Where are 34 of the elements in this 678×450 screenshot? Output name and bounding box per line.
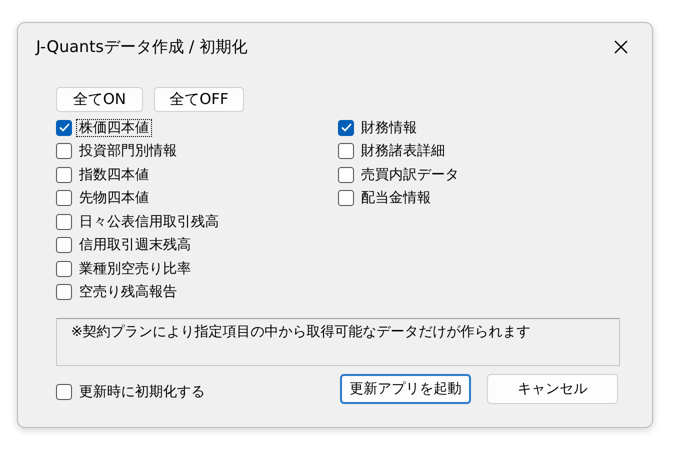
toggle-all-button[interactable]: 全てON (56, 87, 143, 112)
checkbox-label[interactable]: 指数四本値 (76, 166, 152, 184)
checkbox[interactable] (56, 120, 72, 136)
checkbox[interactable] (56, 143, 72, 160)
checkbox-label[interactable]: 財務諸表詳細 (358, 142, 448, 160)
checkbox-label[interactable]: 信用取引週末残高 (76, 236, 194, 254)
checkbox[interactable] (338, 166, 354, 183)
checkbox[interactable] (338, 143, 354, 160)
checkbox[interactable] (56, 260, 72, 277)
checkbox[interactable] (338, 190, 354, 206)
dialog-button[interactable]: キャンセル (487, 374, 618, 404)
checkbox-label[interactable]: 株価四本値 (76, 118, 152, 137)
checkbox[interactable] (56, 237, 72, 254)
checkbox-label[interactable]: 財務情報 (358, 118, 420, 137)
checkbox-label[interactable]: 投資部門別情報 (76, 142, 180, 160)
checkbox-label[interactable]: 日々公表信用取引残高 (76, 212, 222, 231)
checkbox[interactable] (56, 214, 72, 230)
checkbox[interactable] (338, 120, 354, 136)
checkbox-label[interactable]: 売買内訳データ (358, 166, 462, 184)
checkbox[interactable] (56, 190, 72, 206)
note-text: ※契約プランにより指定項目の中から取得可能なデータだけが作られます (71, 324, 531, 340)
checkbox-label[interactable]: 空売り残高報告 (76, 283, 180, 302)
window-title: J-Quantsデータ作成 / 初期化 (36, 36, 248, 58)
checkbox-label[interactable]: 配当金情報 (358, 189, 434, 208)
checkbox[interactable] (56, 384, 72, 400)
checkbox-label[interactable]: 先物四本値 (76, 189, 152, 208)
check-icon (58, 123, 70, 132)
toggle-all-button[interactable]: 全てOFF (154, 87, 244, 112)
checkbox[interactable] (56, 166, 72, 183)
checkbox[interactable] (56, 284, 72, 300)
check-icon (340, 123, 352, 132)
checkbox-label[interactable]: 業種別空売り比率 (76, 260, 194, 278)
dialog-button[interactable]: 更新アプリを起動 (340, 374, 471, 404)
checkbox-label[interactable]: 更新時に初期化する (76, 382, 208, 402)
